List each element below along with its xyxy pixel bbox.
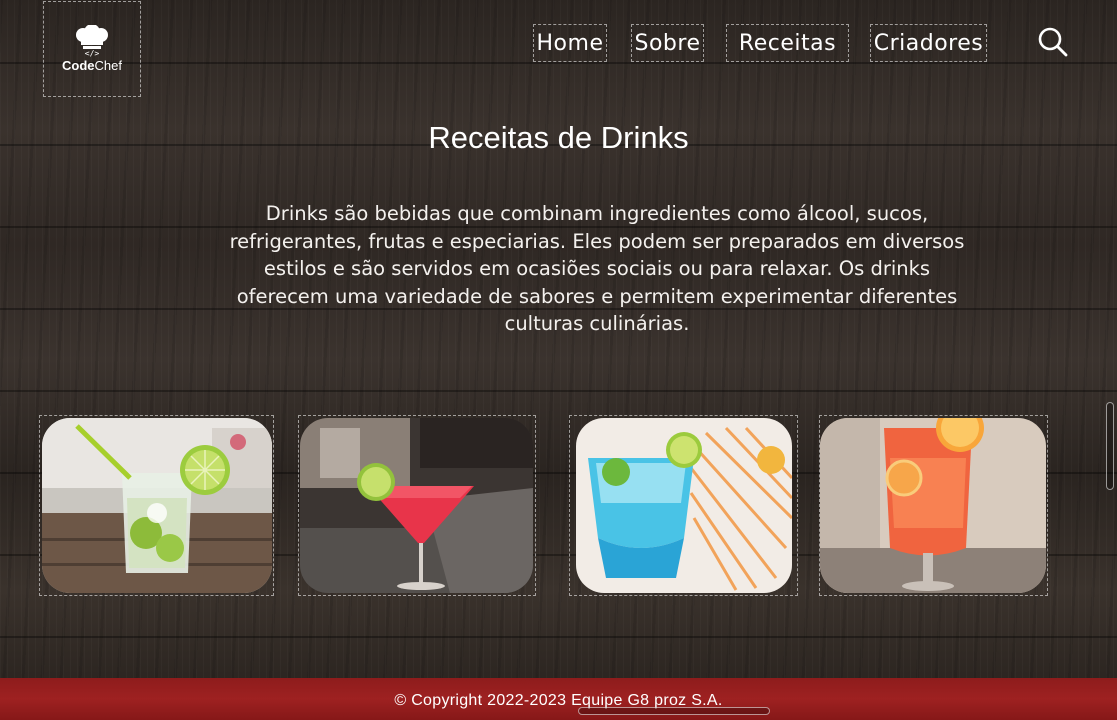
intro-line: Drinks são bebidas que combinam ingredie… bbox=[265, 202, 929, 225]
blue-lagoon-image bbox=[576, 418, 792, 593]
nav-receitas[interactable]: Receitas bbox=[726, 24, 849, 62]
nav-criadores[interactable]: Criadores bbox=[870, 24, 987, 62]
nav-criadores-label: Criadores bbox=[873, 30, 984, 56]
intro-line: oferecem uma variedade de sabores e perm… bbox=[236, 284, 958, 308]
drink-card-red-martini[interactable] bbox=[298, 415, 536, 596]
vertical-scrollbar[interactable] bbox=[1106, 402, 1114, 490]
red-martini-image bbox=[300, 418, 533, 593]
drink-card-caipirinha[interactable] bbox=[39, 415, 274, 596]
drink-card-blue-lagoon[interactable] bbox=[569, 415, 798, 596]
intro-line: estilos e são servidos em ocasiões socia… bbox=[263, 257, 931, 280]
logo[interactable]: </> CodeChef bbox=[43, 1, 141, 97]
footer: © Copyright 2022-2023 Equipe G8 proz S.A… bbox=[0, 678, 1117, 720]
orange-spritz-image bbox=[820, 418, 1046, 593]
intro-line: refrigerantes, frutas e especiarias. Ele… bbox=[229, 229, 965, 253]
page-title: Receitas de Drinks bbox=[428, 120, 689, 155]
intro-text: Drinks são bebidas que combinam ingredie… bbox=[218, 200, 976, 338]
nav-receitas-label: Receitas bbox=[738, 30, 837, 56]
brand-name: CodeChef bbox=[62, 58, 122, 73]
svg-text:</>: </> bbox=[85, 49, 100, 57]
intro-line: culturas culinárias. bbox=[504, 312, 690, 335]
nav-sobre-label: Sobre bbox=[634, 30, 701, 56]
caipirinha-image bbox=[42, 418, 272, 593]
nav-home[interactable]: Home bbox=[533, 24, 607, 62]
chef-hat-icon: </> bbox=[69, 24, 115, 58]
drink-card-orange-spritz[interactable] bbox=[819, 415, 1048, 596]
nav-home-label: Home bbox=[536, 30, 604, 56]
horizontal-scrollbar[interactable] bbox=[578, 707, 770, 715]
nav-sobre[interactable]: Sobre bbox=[631, 24, 704, 62]
search-icon[interactable] bbox=[1036, 26, 1068, 58]
